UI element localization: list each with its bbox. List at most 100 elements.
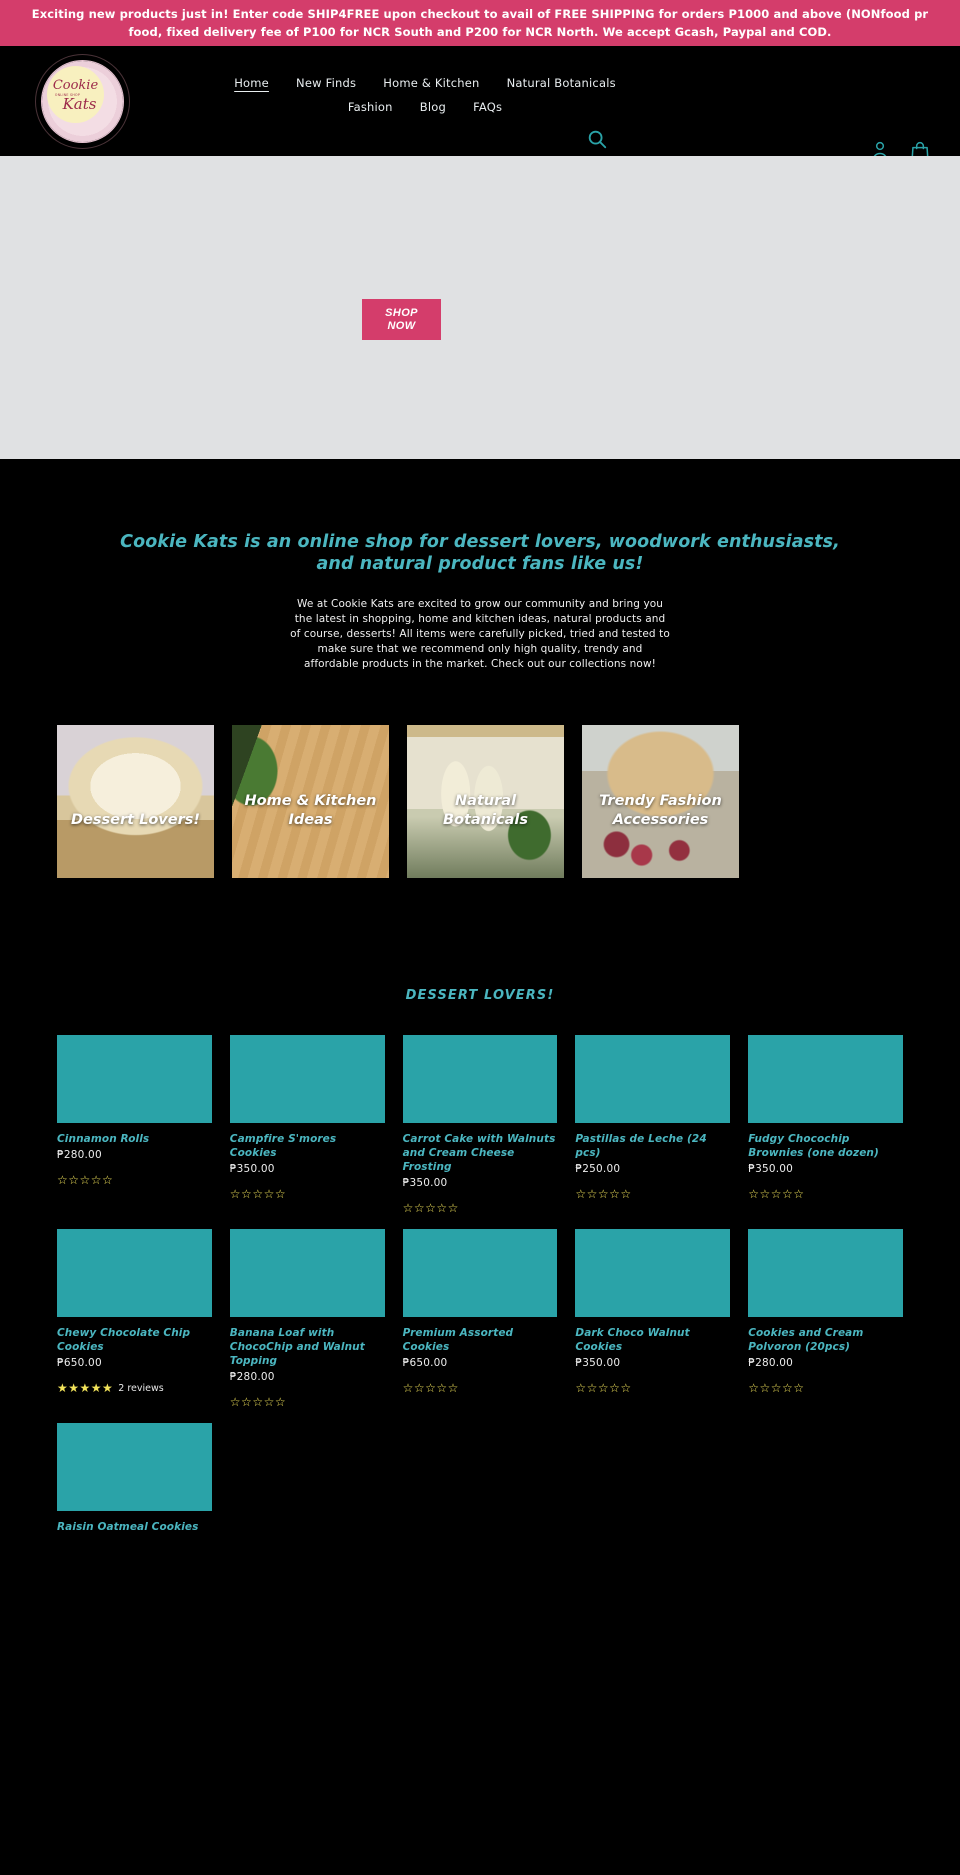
intro-heading: Cookie Kats is an online shop for desser… <box>120 532 840 574</box>
site-logo[interactable]: Cookie ONLINE SHOP Kats <box>35 54 130 149</box>
product-card[interactable]: Cinnamon Rolls ₱280.00 ☆☆☆☆☆ <box>57 1035 212 1187</box>
product-price: ₱650.00 <box>57 1357 102 1369</box>
product-price: ₱280.00 <box>57 1149 102 1161</box>
product-title[interactable]: Banana Loaf with ChocoChip and Walnut To… <box>230 1326 385 1368</box>
category-card-natural-botanicals[interactable]: Natural Botanicals <box>407 725 564 878</box>
star-rating-icon: ☆☆☆☆☆ <box>402 1381 459 1395</box>
main-navigation: Home New Finds Home & Kitchen Natural Bo… <box>210 72 640 122</box>
product-price: ₱350.00 <box>402 1177 448 1189</box>
product-image[interactable] <box>748 1229 903 1317</box>
product-price: ₱350.00 <box>748 1163 794 1175</box>
intro-body-text: We at Cookie Kats are excited to grow ou… <box>290 598 670 670</box>
product-image[interactable] <box>57 1035 212 1123</box>
category-label-home-kitchen: Home & Kitchen Ideas <box>244 793 377 828</box>
announcement-bar: Exciting new products just in! Enter cod… <box>0 0 960 46</box>
product-card[interactable]: Premium Assorted Cookies ₱650.00 ☆☆☆☆☆ <box>402 1229 558 1395</box>
category-card-trendy-fashion[interactable]: Trendy Fashion Accessories <box>582 725 739 878</box>
shop-now-line-1: SHOP <box>385 306 418 319</box>
product-price: ₱250.00 <box>575 1163 621 1175</box>
nav-item-home[interactable]: Home <box>234 76 269 90</box>
product-price: ₱350.00 <box>229 1163 275 1175</box>
category-card-home-kitchen[interactable]: Home & Kitchen Ideas <box>232 725 389 878</box>
logo-inner-disc: Cookie ONLINE SHOP Kats <box>47 66 104 123</box>
product-rating[interactable]: ☆☆☆☆☆ <box>230 1395 385 1409</box>
product-rating[interactable]: ☆☆☆☆☆ <box>403 1381 558 1395</box>
product-title[interactable]: Chewy Chocolate Chip Cookies <box>57 1326 212 1354</box>
star-rating-icon: ☆☆☆☆☆ <box>575 1381 632 1395</box>
product-card[interactable]: Raisin Oatmeal Cookies <box>57 1423 212 1534</box>
collection-title: DESSERT LOVERS! <box>405 988 555 1003</box>
nav-item-blog[interactable]: Blog <box>420 100 446 114</box>
logo-text-cookie: Cookie <box>52 77 99 93</box>
star-rating-icon: ☆☆☆☆☆ <box>402 1201 459 1215</box>
product-image[interactable] <box>402 1229 558 1317</box>
product-card[interactable]: Chewy Chocolate Chip Cookies ₱650.00 ★★★★★… <box>57 1229 212 1395</box>
product-rating[interactable]: ☆☆☆☆☆ <box>575 1187 730 1201</box>
product-rating[interactable]: ☆☆☆☆☆ <box>57 1173 212 1187</box>
nav-item-faqs[interactable]: FAQs <box>473 100 502 114</box>
product-title[interactable]: Cinnamon Rolls <box>57 1132 212 1146</box>
category-label-dessert-lovers: Dessert Lovers! <box>71 812 200 828</box>
star-rating-icon: ☆☆☆☆☆ <box>57 1173 114 1187</box>
product-grid: Cinnamon Rolls ₱280.00 ☆☆☆☆☆ Campfire S'mor… <box>0 1035 960 1534</box>
product-title[interactable]: Carrot Cake with Walnuts and Cream Chees… <box>403 1132 558 1174</box>
shop-now-line-2: NOW <box>387 319 416 332</box>
product-price: ₱350.00 <box>575 1357 621 1369</box>
product-card[interactable]: Dark Choco Walnut Cookies ₱350.00 ☆☆☆☆☆ <box>575 1229 731 1395</box>
star-rating-icon: ★★★★★ <box>57 1381 114 1395</box>
product-image[interactable] <box>57 1229 212 1317</box>
announcement-line-2: food, fixed delivery fee of P100 for NCR… <box>128 25 832 39</box>
product-price: ₱280.00 <box>748 1357 794 1369</box>
product-rating[interactable]: ☆☆☆☆☆ <box>230 1187 385 1201</box>
logo-text-kats: Kats <box>62 94 97 113</box>
star-rating-icon: ☆☆☆☆☆ <box>229 1187 287 1201</box>
product-rating[interactable]: ★★★★★ 2 reviews <box>57 1381 212 1395</box>
category-image-dessert-lovers <box>57 725 214 878</box>
product-image[interactable] <box>748 1035 903 1123</box>
product-image[interactable] <box>575 1035 731 1123</box>
product-review-count: 2 reviews <box>118 1382 164 1394</box>
product-card[interactable]: Banana Loaf with ChocoChip and Walnut To… <box>229 1229 385 1409</box>
product-title[interactable]: Dark Choco Walnut Cookies <box>575 1326 730 1354</box>
product-image[interactable] <box>229 1229 385 1317</box>
product-image[interactable] <box>229 1035 385 1123</box>
product-rating[interactable]: ☆☆☆☆☆ <box>748 1187 903 1201</box>
product-image[interactable] <box>575 1229 731 1317</box>
product-title[interactable]: Premium Assorted Cookies <box>403 1326 558 1354</box>
product-title[interactable]: Cookies and Cream Polvoron (20pcs) <box>748 1326 903 1354</box>
product-title[interactable]: Fudgy Chocochip Brownies (one dozen) <box>748 1132 903 1160</box>
product-card[interactable]: Fudgy Chocochip Brownies (one dozen) ₱350… <box>748 1035 903 1201</box>
category-label-natural-botanicals: Natural Botanicals <box>442 793 528 828</box>
product-image[interactable] <box>402 1035 558 1123</box>
product-price: ₱650.00 <box>402 1357 448 1369</box>
nav-item-home-kitchen[interactable]: Home & Kitchen <box>383 76 479 90</box>
product-rating[interactable]: ☆☆☆☆☆ <box>748 1381 903 1395</box>
product-title[interactable]: Pastillas de Leche (24 pcs) <box>575 1132 730 1160</box>
main-navigation-row-2: Fashion Blog FAQs <box>210 96 640 122</box>
announcement-line-1: Exciting new products just in! Enter cod… <box>31 7 929 21</box>
search-icon[interactable] <box>586 128 608 150</box>
product-price: ₱280.00 <box>229 1371 275 1383</box>
product-card[interactable]: Cookies and Cream Polvoron (20pcs) ₱280.0… <box>748 1229 903 1395</box>
product-rating[interactable]: ☆☆☆☆☆ <box>575 1381 730 1395</box>
product-image[interactable] <box>57 1423 212 1511</box>
star-rating-icon: ☆☆☆☆☆ <box>229 1395 287 1409</box>
nav-item-natural-botanicals[interactable]: Natural Botanicals <box>507 76 616 90</box>
category-card-dessert-lovers[interactable]: Dessert Lovers! <box>57 725 214 878</box>
hero-banner: SHOP NOW <box>0 156 960 459</box>
nav-item-new-finds[interactable]: New Finds <box>296 76 356 90</box>
category-label-trendy-fashion: Trendy Fashion Accessories <box>599 793 722 828</box>
shop-now-button[interactable]: SHOP NOW <box>362 299 441 340</box>
category-card-list: Dessert Lovers! Home & Kitchen Ideas Nat… <box>0 725 960 878</box>
product-title[interactable]: Campfire S'mores Cookies <box>230 1132 385 1160</box>
product-title[interactable]: Raisin Oatmeal Cookies <box>57 1520 212 1534</box>
product-rating[interactable]: ☆☆☆☆☆ <box>403 1201 558 1215</box>
product-card[interactable]: Pastillas de Leche (24 pcs) ₱250.00 ☆☆☆☆☆ <box>575 1035 731 1201</box>
star-rating-icon: ☆☆☆☆☆ <box>575 1187 632 1201</box>
site-header: Cookie ONLINE SHOP Kats Home New Finds H… <box>0 46 960 161</box>
product-card[interactable]: Carrot Cake with Walnuts and Cream Chees… <box>402 1035 558 1215</box>
star-rating-icon: ☆☆☆☆☆ <box>748 1187 805 1201</box>
product-card[interactable]: Campfire S'mores Cookies ₱350.00 ☆☆☆☆☆ <box>229 1035 385 1201</box>
intro-section: Cookie Kats is an online shop for desser… <box>0 459 960 672</box>
nav-item-fashion[interactable]: Fashion <box>348 100 393 114</box>
